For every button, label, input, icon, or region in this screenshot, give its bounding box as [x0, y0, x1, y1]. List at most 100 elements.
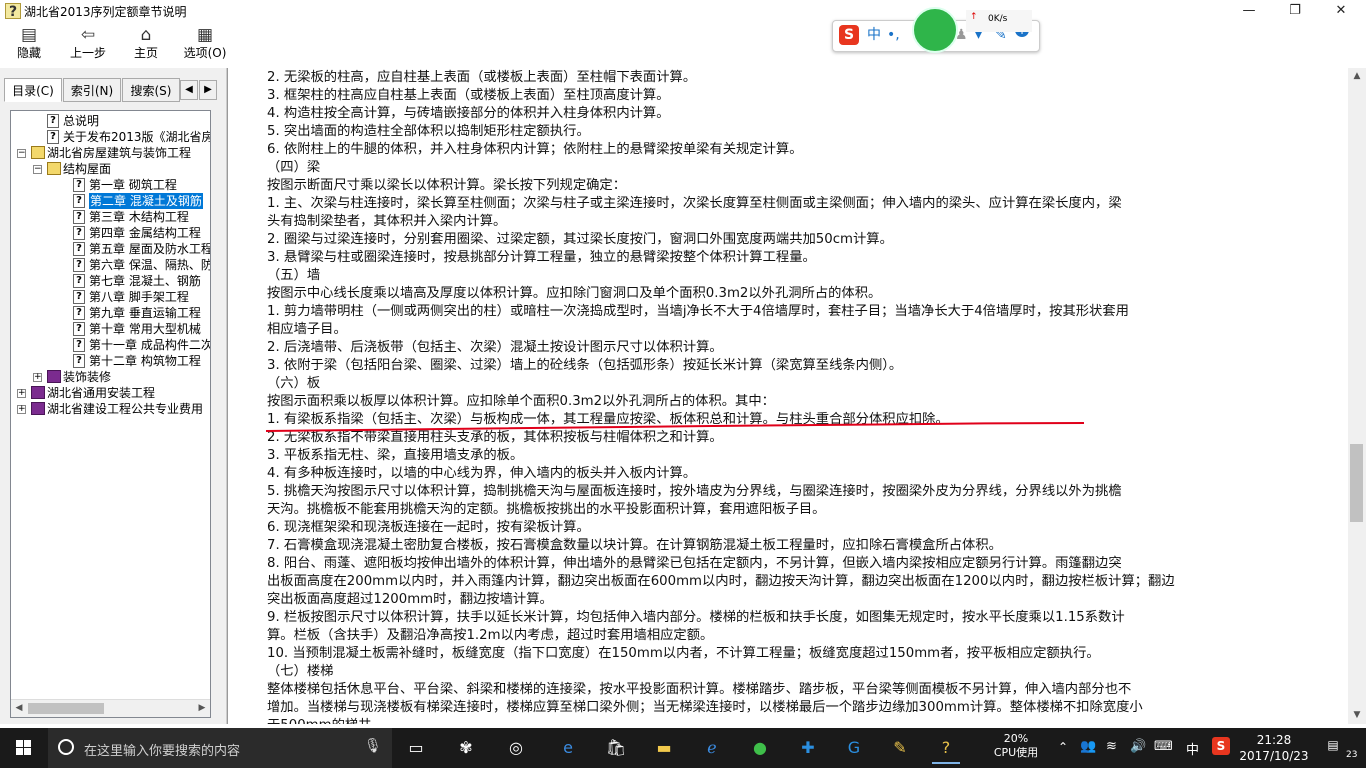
help-page-icon: ?	[73, 354, 85, 368]
maximize-button[interactable]: ❐	[1272, 0, 1318, 22]
punctuation-icon[interactable]: •,	[887, 27, 900, 43]
network-speed-ball[interactable]	[912, 7, 958, 53]
tree-item-label: 第八章 脚手架工程	[89, 290, 189, 304]
content-line: 6. 依附柱上的牛腿的体积，并入柱身体积内计算；依附柱上的悬臂梁按单梁有关规定计…	[267, 142, 803, 157]
content-line: （六）板	[267, 376, 321, 391]
up-arrow-icon: ↑	[970, 12, 978, 22]
content-line: （七）楼梯	[267, 664, 334, 679]
help-page-icon: ?	[73, 322, 85, 336]
app-pinwheel-icon[interactable]: ✾	[452, 734, 480, 762]
expand-icon[interactable]: +	[33, 373, 42, 382]
tree-horizontal-scrollbar[interactable]: ◀ ▶	[11, 699, 210, 717]
clock[interactable]: 21:28 2017/10/23	[1234, 732, 1314, 764]
file-explorer-icon[interactable]: ▬	[650, 734, 678, 762]
collapse-icon[interactable]: −	[33, 165, 42, 174]
content-line: 5. 突出墙面的构造柱全部体积以捣制矩形柱定额执行。	[267, 124, 590, 139]
tree-item-label: 湖北省通用安装工程	[47, 386, 156, 400]
app-g-icon[interactable]: G	[840, 734, 868, 762]
show-hidden-icons-icon[interactable]: ⌃	[1058, 740, 1068, 754]
action-center-icon[interactable]: ▤	[1318, 738, 1348, 752]
content-line: 3. 框架柱的柱高应自柱基上表面（或楼板上表面）至柱顶高度计算。	[267, 88, 670, 103]
home-label: 主页	[133, 46, 158, 60]
app-green-icon[interactable]: ●	[746, 734, 774, 762]
task-view-icon[interactable]: ▭	[402, 734, 430, 762]
content-line: 突出板面高度超过1200mm时，翻边按墙计算。	[267, 592, 553, 607]
window-title: 湖北省2013序列定额章节说明	[24, 5, 187, 19]
wifi-icon[interactable]: ≋	[1106, 739, 1117, 754]
scroll-down-icon[interactable]: ▼	[1348, 707, 1366, 724]
expand-icon[interactable]: +	[17, 389, 26, 398]
scroll-left-icon[interactable]: ◀	[11, 700, 27, 717]
notes-app-icon[interactable]: ✎	[886, 734, 914, 762]
edge-browser-icon[interactable]: e	[554, 734, 582, 762]
help-page-icon: ?	[73, 338, 85, 352]
expand-icon[interactable]: +	[17, 405, 26, 414]
app-spiral-icon[interactable]: ◎	[502, 734, 530, 762]
home-button[interactable]: ⌂ 主页	[120, 24, 172, 64]
hide-pane-icon: ▤	[20, 25, 38, 45]
contents-tree[interactable]: ? 总说明? 关于发布2013版《湖北省房屋 − 湖北省房屋建筑与装饰工程 − 结构屋面? 第…	[10, 110, 211, 718]
net-speed: 0K/s	[988, 14, 1008, 24]
content-line: 出板面高度在200mm以内时，并入雨篷内计算，翻边突出板面在600mm以内时，翻…	[267, 574, 1175, 589]
tree-item-label: 第五章 屋面及防水工程	[89, 242, 211, 256]
tab-search[interactable]: 搜索(S)	[122, 78, 180, 102]
content-line: 整体楼梯包括休息平台、平台梁、斜梁和楼梯的连接梁，按水平投影面积计算。楼梯踏步、…	[267, 682, 1132, 697]
people-icon[interactable]: 👥	[1080, 739, 1096, 754]
content-line: 3. 悬臂梁与柱或圈梁连接时，按悬挑部分计算工程量，独立的悬臂梁按整个体积计算工…	[267, 250, 816, 265]
collapse-icon[interactable]: −	[17, 149, 26, 158]
volume-icon[interactable]: 🔊	[1130, 739, 1146, 754]
ime-indicator[interactable]: 中	[1186, 739, 1199, 758]
sogou-tray-icon[interactable]: S	[1212, 737, 1230, 755]
tab-scroll-right-button[interactable]: ▶	[199, 80, 217, 100]
ime-mode[interactable]: 中	[867, 27, 881, 43]
content-line: 2. 无梁板的柱高，应自柱基上表面（或楼板上表面）至柱帽下表面计算。	[267, 70, 697, 85]
windows-start-icon[interactable]	[0, 728, 48, 768]
hide-label: 隐藏	[16, 46, 41, 60]
help-page-icon: ?	[73, 226, 85, 240]
ime-logo[interactable]: S	[839, 25, 859, 45]
scroll-thumb[interactable]	[28, 703, 104, 714]
scroll-right-icon[interactable]: ▶	[194, 700, 210, 717]
help-page-icon: ?	[47, 130, 59, 144]
tab-index[interactable]: 索引(N)	[63, 78, 121, 102]
scroll-thumb[interactable]	[1350, 444, 1363, 522]
notification-count: 23	[1346, 750, 1358, 760]
content-pane[interactable]: 2. 无梁板的柱高，应自柱基上表面（或楼板上表面）至柱帽下表面计算。 3. 框架柱…	[227, 68, 1349, 724]
tree-item-label: 结构屋面	[63, 162, 112, 176]
taskbar-search-box[interactable]: 在这里输入你要搜索的内容 🎙	[48, 728, 392, 768]
tree-item-label: 湖北省房屋建筑与装饰工程	[47, 146, 192, 160]
keyboard-icon[interactable]: ⌨	[1154, 739, 1173, 754]
cpu-usage: 20% CPU使用	[988, 732, 1044, 760]
hide-button[interactable]: ▤ 隐藏	[3, 24, 55, 64]
content-vertical-scrollbar[interactable]: ▲ ▼	[1348, 68, 1366, 724]
close-button[interactable]: ✕	[1318, 0, 1364, 22]
microphone-icon[interactable]: 🎙	[364, 738, 382, 754]
tree-item-label: 第三章 木结构工程	[89, 210, 189, 224]
tree-item-label: 第一章 砌筑工程	[89, 178, 177, 192]
store-icon[interactable]: 🛍	[602, 734, 630, 762]
tree-item-label: 第十章 常用大型机械	[89, 322, 201, 336]
minimize-button[interactable]: —	[1226, 0, 1272, 22]
help-file-icon: ?	[5, 3, 21, 20]
cortana-icon[interactable]	[58, 739, 74, 755]
search-placeholder: 在这里输入你要搜索的内容	[84, 744, 241, 759]
content-line: 1. 主、次梁与柱连接时，梁长算至柱侧面；次梁与柱子或主梁连接时，次梁长度算至柱…	[267, 196, 1122, 211]
tab-contents[interactable]: 目录(C)	[4, 78, 62, 102]
content-line: 算。栏板（含扶手）及翻沿净高按1.2m以内考虑，超过时套用墙相应定额。	[267, 628, 714, 643]
help-page-icon: ?	[73, 258, 85, 272]
internet-explorer-icon[interactable]: ℯ	[698, 734, 726, 762]
help-page-icon: ?	[47, 114, 59, 128]
tree-item-label: 第十一章 成品构件二次	[89, 338, 211, 352]
help-viewer-taskbar-icon[interactable]: ?	[932, 734, 960, 764]
scroll-up-icon[interactable]: ▲	[1348, 68, 1366, 85]
closed-book-icon	[31, 402, 45, 415]
open-book-icon	[47, 162, 61, 175]
help-page-icon: ?	[73, 274, 85, 288]
app-blue-icon[interactable]: ✚	[794, 734, 822, 762]
tab-scroll-left-button[interactable]: ◀	[180, 80, 198, 100]
back-arrow-icon: ⇦	[80, 25, 96, 45]
options-button[interactable]: ▦ 选项(O)	[180, 24, 230, 64]
content-line: 5. 挑檐天沟按图示尺寸以体积计算，捣制挑檐天沟与屋面板连接时，按外墙皮为分界线…	[267, 484, 1122, 499]
back-button[interactable]: ⇦ 上一步	[62, 24, 114, 64]
red-annotation-underline	[265, 422, 1085, 432]
